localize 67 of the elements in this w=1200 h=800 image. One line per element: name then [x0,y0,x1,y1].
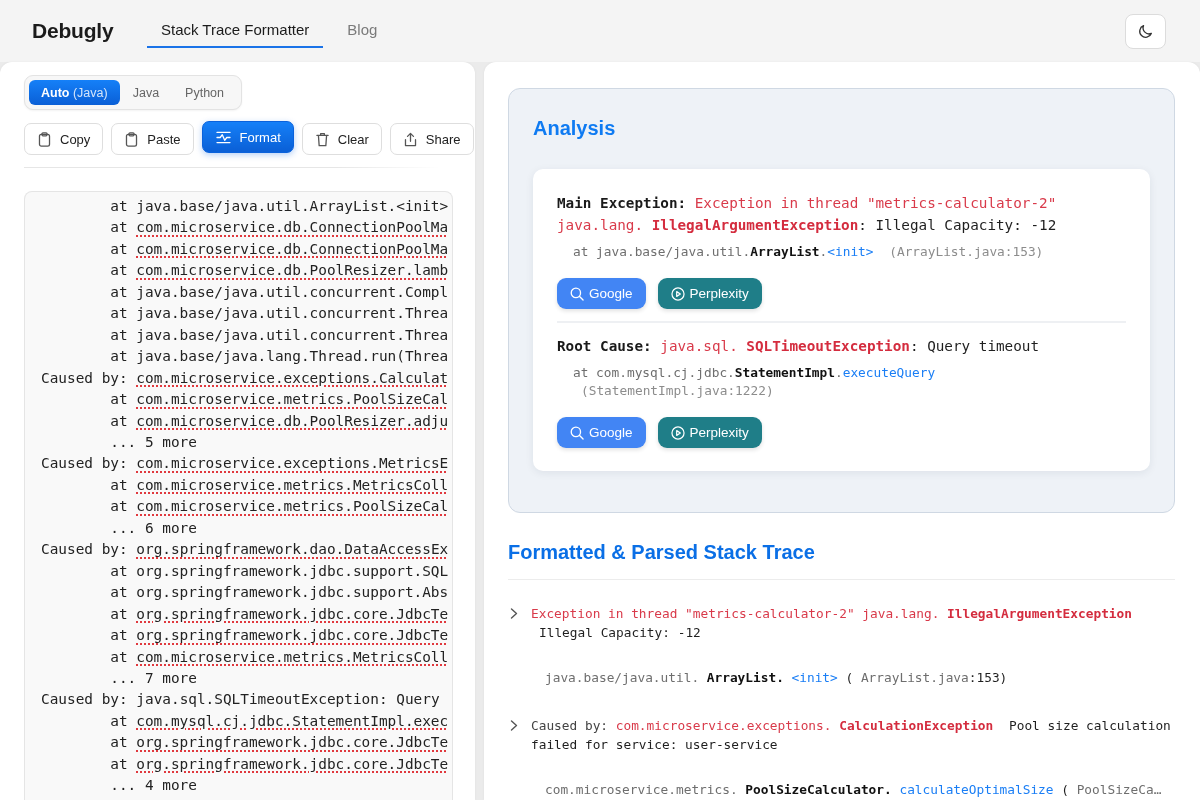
code-line: at org.springframework.jdbc.support.SQL [110,561,449,581]
code-line: at com.microservice.metrics.PoolSizeCal [110,390,449,410]
exception-summary: Main Exception: Exception in thread "metrics-calculator-2" java.lang. IllegalArgumentException: Illegal Capacity: -12 [557,194,1058,235]
code-line: ... 7 more [110,668,197,688]
search-icon [570,286,584,301]
code-line: at com.microservice.db.ConnectionPoolMa [110,239,449,259]
code-line: Caused by: com.microservice.exceptions.MetricsE [41,454,449,474]
code-line: at org.springframework.jdbc.core.JdbcTe [110,733,449,753]
nav-tab[interactable]: Stack Trace Formatter [147,13,323,48]
perplexity-button[interactable]: Perplexity [657,417,762,448]
exception-summary: Root Cause: java.sql. SQLTimeoutException: Query timeout [557,337,1041,356]
google-button[interactable]: Google [557,278,646,309]
code-line: ... 4 more [110,776,197,796]
stack-trace-editor[interactable] [24,191,453,800]
code-line: ... 5 more [110,433,197,452]
code-line: at java.base/java.lang.Thread.run(Threa [110,347,449,367]
code-line: Caused by: org.springframework.dao.DataAccessEx [41,540,449,560]
stack-frame: at com.mysql.cj.jdbc.StatementImpl.executeQuery (StatementImpl.java:1222) [557,364,1126,400]
code-line: Caused by: java.sql.SQLTimeoutException: Query [41,690,440,710]
language-option[interactable]: Python [172,80,237,105]
stack-frame: com.microservice.metrics. PoolSizeCalculator. calculateOptimalSize ( PoolSizeCa… [545,780,1162,799]
copy-button[interactable]: Copy [24,123,104,155]
code-line: at com.microservice.metrics.MetricsColl [110,647,449,667]
trash-icon [315,131,329,147]
code-line: at java.base/java.util.ArrayList.<init> [110,197,449,216]
code-line: at com.mysql.cj.jdbc.StatementImpl.exec [110,711,449,731]
clear-button[interactable]: Clear [301,123,382,155]
play-circle-icon [670,425,685,440]
code-line: at java.base/java.util.concurrent.Threa [110,304,449,324]
code-line: at com.microservice.db.ConnectionPoolMa [110,218,449,238]
nav-tab[interactable]: Blog [333,13,391,48]
stack-frame: java.base/java.util. ArrayList. <init> ( ArrayList.java:153) [545,668,1008,687]
code-line: at org.springframework.jdbc.core.JdbcTe [110,754,449,774]
code-line: at org.springframework.jdbc.core.JdbcTe [110,626,449,646]
google-button[interactable]: Google [557,417,646,448]
code-line: Caused by: com.microservice.exceptions.Calculat [41,368,449,388]
language-option[interactable]: Auto (Java) [29,80,120,105]
section-title: Formatted & Parsed Stack Trace [508,540,815,564]
format-button[interactable]: Format [201,121,294,153]
search-icon [570,425,584,440]
lines-icon [215,130,231,144]
language-option[interactable]: Java [119,80,173,105]
code-line: at org.springframework.jdbc.support.Abs [110,583,449,603]
theme-toggle-button[interactable] [1125,13,1166,49]
share-icon [403,131,417,147]
play-circle-icon [670,286,685,301]
code-line: at com.microservice.metrics.PoolSizeCal [110,497,449,517]
exception-line: Caused by: com.microservice.exceptions. CalculationException Pool size calculation failed for service: user-service [531,717,1172,754]
stack-frame: at java.base/java.util.ArrayList.<init> (ArrayList.java:153) [557,243,1126,261]
chevron-icon[interactable] [510,720,518,731]
code-line: at java.base/java.util.concurrent.Threa [110,325,449,345]
clipboard-icon [125,131,139,147]
share-button[interactable]: Share [389,123,474,155]
chevron-icon[interactable] [510,608,518,619]
code-line: at com.microservice.db.PoolResizer.adju [110,411,449,431]
logo: Debugly [32,19,114,43]
moon-icon [1138,23,1153,39]
code-line: at java.base/java.util.concurrent.Compl [110,282,449,302]
clipboard-icon [38,131,51,147]
perplexity-button[interactable]: Perplexity [657,278,762,309]
code-line: at org.springframework.jdbc.core.JdbcTe [110,604,449,624]
code-line: ... 6 more [110,518,197,538]
exception-line: Exception in thread "metrics-calculator-2" java.lang. IllegalArgumentException Illegal Capacity: -12 [531,605,1133,642]
code-line: at com.microservice.db.PoolResizer.lamb [110,261,449,281]
panel-title: Analysis [533,116,616,140]
code-line: at com.microservice.metrics.MetricsColl [110,475,449,495]
paste-button[interactable]: Paste [111,123,194,155]
